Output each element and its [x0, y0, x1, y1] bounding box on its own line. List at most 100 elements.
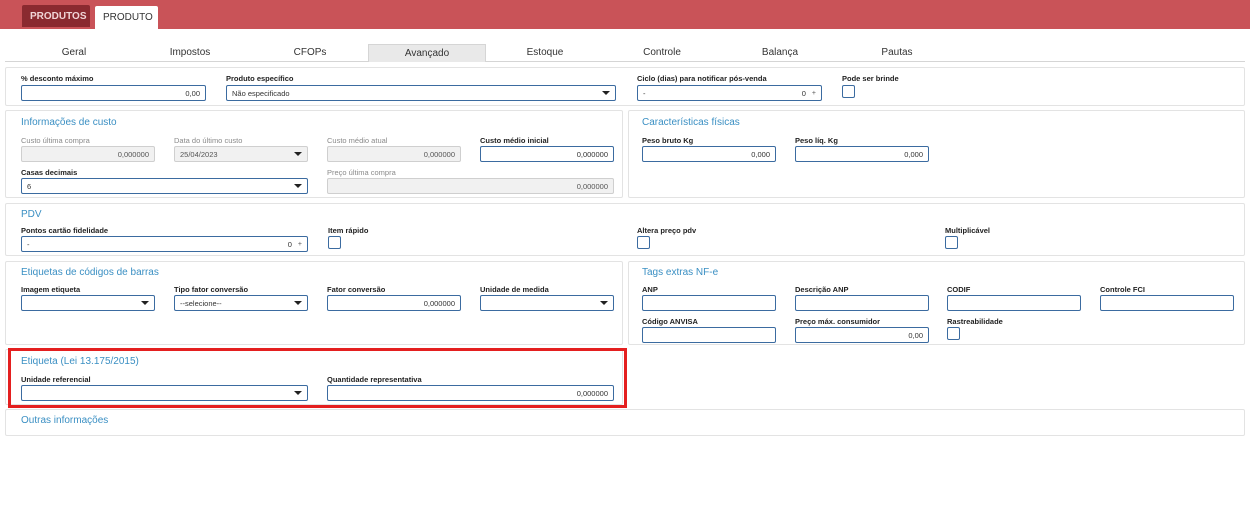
- ciclo-label: Ciclo (dias) para notificar pós-venda: [637, 74, 767, 83]
- custo-medio-inicial-input[interactable]: 0,000000: [480, 146, 614, 162]
- unidade-medida-label: Unidade de medida: [480, 285, 549, 294]
- rastreabilidade-label: Rastreabilidade: [947, 317, 1003, 326]
- chevron-down-icon: [294, 184, 302, 188]
- produto-especifico-value: Não especificado: [232, 88, 290, 98]
- altera-preco-label: Altera preço pdv: [637, 226, 697, 235]
- tipo-fator-label: Tipo fator conversão: [174, 285, 249, 294]
- produto-especifico-select[interactable]: Não especificado: [226, 85, 616, 101]
- descricao-anp-input[interactable]: [795, 295, 929, 311]
- desconto-label: % desconto máximo: [21, 74, 94, 83]
- tab-produtos[interactable]: PRODUTOS: [22, 5, 90, 27]
- altera-preco-checkbox[interactable]: [637, 236, 650, 249]
- casas-decimais-select[interactable]: 6: [21, 178, 308, 194]
- custo-medio-atual-label: Custo médio atual: [327, 136, 388, 145]
- custo-ultima-compra-value: 0,000000: [117, 149, 149, 159]
- ciclo-dash: -: [643, 88, 646, 98]
- tab-produtos-label: PRODUTOS: [30, 10, 87, 22]
- chevron-down-icon: [602, 91, 610, 95]
- peso-liq-label: Peso líq. Kg: [795, 136, 838, 145]
- preco-max-label: Preço máx. consumidor: [795, 317, 881, 326]
- anp-label: ANP: [642, 285, 658, 294]
- desconto-value: 0,00: [185, 88, 200, 98]
- produto-especifico-label: Produto específico: [226, 74, 294, 83]
- custo-ultima-compra-label: Custo última compra: [21, 136, 90, 145]
- ciclo-number: 0: [801, 88, 806, 98]
- nav-tab-avancado[interactable]: Avançado: [368, 44, 486, 62]
- multiplicavel-label: Multiplicável: [945, 226, 991, 235]
- controle-fci-label: Controle FCI: [1100, 285, 1145, 294]
- imagem-etiqueta-select[interactable]: [21, 295, 155, 311]
- nav-tab-estoque[interactable]: Estoque: [510, 44, 580, 62]
- brinde-label: Pode ser brinde: [842, 74, 899, 83]
- nav-tab-cfops[interactable]: CFOPs: [275, 44, 345, 62]
- preco-ultima-compra-label: Preço última compra: [327, 168, 396, 177]
- casas-decimais-value: 6: [27, 181, 32, 191]
- descricao-anp-label: Descrição ANP: [795, 285, 849, 294]
- codif-input[interactable]: [947, 295, 1081, 311]
- imagem-etiqueta-label: Imagem etiqueta: [21, 285, 81, 294]
- outras-title[interactable]: Outras informações: [21, 415, 108, 426]
- tab-produto-label: PRODUTO: [103, 12, 153, 23]
- preco-max-input[interactable]: 0,00: [795, 327, 929, 343]
- custo-title: Informações de custo: [21, 117, 117, 128]
- plus-icon[interactable]: +: [812, 90, 816, 97]
- custo-medio-atual-input: 0,000000: [327, 146, 461, 162]
- nav-tab-geral[interactable]: Geral: [39, 44, 109, 62]
- highlight-box: [8, 348, 627, 408]
- nav-tab-impostos[interactable]: Impostos: [155, 44, 225, 62]
- pontos-label: Pontos cartão fidelidade: [21, 226, 109, 235]
- tipo-fator-value: --selecione--: [180, 298, 222, 308]
- pontos-stepper[interactable]: - 0 +: [21, 236, 308, 252]
- peso-liq-input[interactable]: 0,000: [795, 146, 929, 162]
- nav-tab-balanca[interactable]: Balança: [745, 44, 815, 62]
- peso-bruto-label: Peso bruto Kg: [642, 136, 694, 145]
- nav-tab-controle[interactable]: Controle: [627, 44, 697, 62]
- data-ultimo-custo-select: 25/04/2023: [174, 146, 308, 162]
- multiplicavel-checkbox[interactable]: [945, 236, 958, 249]
- controle-fci-input[interactable]: [1100, 295, 1234, 311]
- brinde-checkbox[interactable]: [842, 85, 855, 98]
- codigo-anvisa-input[interactable]: [642, 327, 776, 343]
- fisicas-title: Características físicas: [642, 117, 740, 128]
- fator-conversao-label: Fator conversão: [327, 285, 386, 294]
- peso-liq-value: 0,000: [904, 149, 923, 159]
- data-ultimo-custo-label: Data do último custo: [174, 136, 243, 145]
- tab-produto[interactable]: PRODUTO: [95, 6, 158, 29]
- rastreabilidade-checkbox[interactable]: [947, 327, 960, 340]
- custo-medio-inicial-label: Custo médio inicial: [480, 136, 549, 145]
- chevron-down-icon: [141, 301, 149, 305]
- outras-panel: [5, 409, 1245, 436]
- nav-tab-pautas[interactable]: Pautas: [862, 44, 932, 62]
- top-tab-bar: PRODUTOS PRODUTO: [0, 0, 1250, 29]
- ciclo-stepper[interactable]: - 0 +: [637, 85, 822, 101]
- tags-title: Tags extras NF-e: [642, 267, 719, 278]
- preco-max-value: 0,00: [908, 330, 923, 340]
- codif-label: CODIF: [947, 285, 971, 294]
- chevron-down-icon: [600, 301, 608, 305]
- fator-conversao-value: 0,000000: [423, 298, 455, 308]
- preco-ultima-compra-input: 0,000000: [327, 178, 614, 194]
- item-rapido-label: Item rápido: [328, 226, 369, 235]
- casas-decimais-label: Casas decimais: [21, 168, 78, 177]
- fator-conversao-input[interactable]: 0,000000: [327, 295, 461, 311]
- custo-medio-atual-value: 0,000000: [423, 149, 455, 159]
- pontos-dash: -: [27, 239, 30, 249]
- chevron-down-icon: [294, 152, 302, 156]
- custo-ultima-compra-input: 0,000000: [21, 146, 155, 162]
- plus-icon[interactable]: +: [298, 241, 302, 248]
- item-rapido-checkbox[interactable]: [328, 236, 341, 249]
- data-ultimo-custo-value: 25/04/2023: [180, 149, 218, 159]
- unidade-medida-select[interactable]: [480, 295, 614, 311]
- peso-bruto-value: 0,000: [751, 149, 770, 159]
- pontos-number: 0: [287, 239, 292, 249]
- peso-bruto-input[interactable]: 0,000: [642, 146, 776, 162]
- etiquetas-title: Etiquetas de códigos de barras: [21, 267, 159, 278]
- preco-ultima-compra-value: 0,000000: [576, 181, 608, 191]
- codigo-anvisa-label: Código ANVISA: [642, 317, 698, 326]
- tipo-fator-select[interactable]: --selecione--: [174, 295, 308, 311]
- chevron-down-icon: [294, 301, 302, 305]
- pdv-title: PDV: [21, 209, 42, 220]
- desconto-input[interactable]: 0,00: [21, 85, 206, 101]
- anp-input[interactable]: [642, 295, 776, 311]
- section-nav: Geral Impostos CFOPs Avançado Estoque Co…: [5, 44, 1245, 62]
